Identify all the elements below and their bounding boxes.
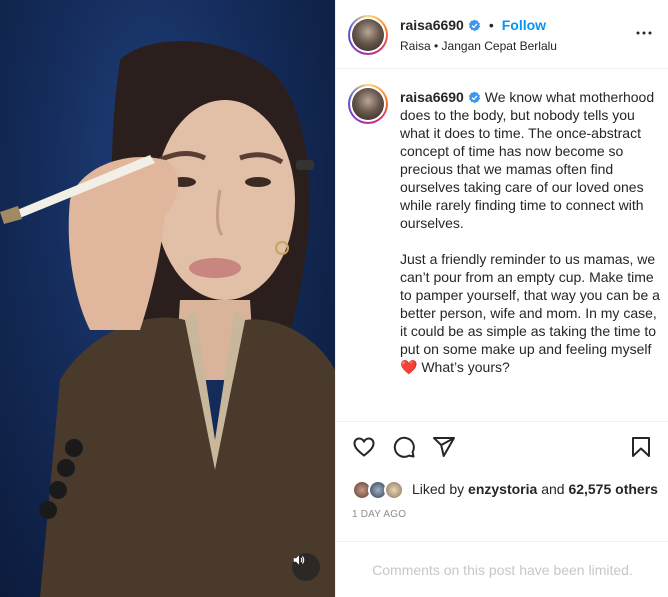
verified-badge-icon [468,19,481,31]
liker-avatars [352,478,406,500]
liked-by-prefix: Liked by [412,481,465,497]
heart-icon[interactable] [352,435,376,459]
post-timestamp[interactable]: 1 DAY AGO [352,509,406,520]
author-avatar[interactable] [348,15,388,55]
author-username[interactable]: raisa6690 [400,17,464,33]
likes-summary: Liked by enzystoria and 62,575 others [352,478,658,500]
caption-username[interactable]: raisa6690 [400,89,464,105]
action-bar [336,430,668,468]
post-video[interactable] [0,0,335,597]
follow-button[interactable]: Follow [502,17,546,33]
post-details-panel: raisa6690 • Follow Raisa • Jangan Cepat … [335,0,668,597]
caption-section: raisa6690 We know what motherhood does t… [336,70,668,422]
liked-by-and: and [541,481,565,497]
caption-paragraph-1: We know what motherhood does to the body… [400,89,655,231]
caption-avatar[interactable] [348,84,388,124]
speaker-icon [293,555,305,565]
author-line: raisa6690 • Follow [400,17,546,33]
audio-toggle-button[interactable] [292,553,320,581]
video-frame-illustration [0,41,335,597]
instagram-post: raisa6690 • Follow Raisa • Jangan Cepat … [0,0,668,597]
liked-by-user[interactable]: enzystoria [468,481,537,497]
post-header: raisa6690 • Follow Raisa • Jangan Cepat … [336,0,668,69]
likes-count[interactable]: 62,575 others [568,481,658,497]
verified-badge-icon [468,91,481,104]
bookmark-icon[interactable] [629,435,653,459]
post-caption: raisa6690 We know what motherhood does t… [400,88,660,376]
comments-limited-notice: Comments on this post have been limited. [336,541,668,597]
liker-avatar[interactable] [384,480,404,500]
comment-icon[interactable] [392,435,416,459]
caption-paragraph-2: Just a friendly reminder to us mamas, we… [400,251,660,375]
more-options-icon[interactable] [635,24,653,42]
separator-dot: • [488,17,494,33]
share-icon[interactable] [432,435,456,459]
post-location[interactable]: Raisa • Jangan Cepat Berlalu [400,39,557,53]
